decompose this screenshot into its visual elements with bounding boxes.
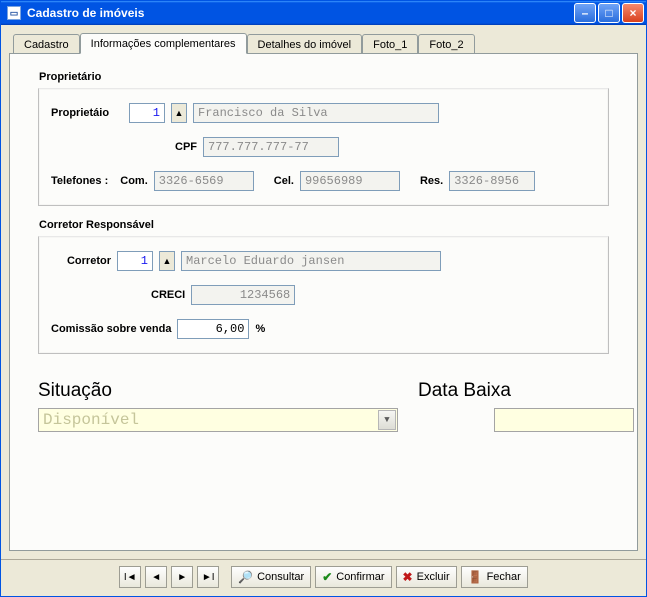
corretor-id-input[interactable] bbox=[117, 251, 153, 271]
check-icon: ✔ bbox=[322, 570, 332, 584]
tabpanel-info-complementares: Proprietário Proprietáio ▲ CPF Telefones… bbox=[9, 53, 638, 551]
corretor-lookup-button[interactable]: ▲ bbox=[159, 251, 175, 271]
cpf-input[interactable] bbox=[203, 137, 339, 157]
owner-lookup-button[interactable]: ▲ bbox=[171, 103, 187, 123]
bottom-fields: Disponível ▼ bbox=[38, 408, 609, 432]
com-input[interactable] bbox=[154, 171, 254, 191]
situacao-select[interactable]: Disponível ▼ bbox=[38, 408, 398, 432]
comissao-label: Comissão sobre venda bbox=[51, 323, 171, 335]
client-area: Cadastro Informações complementares Deta… bbox=[1, 25, 646, 559]
last-icon: ►I bbox=[202, 572, 215, 583]
pct-label: % bbox=[255, 323, 265, 335]
first-icon: I◄ bbox=[124, 572, 137, 583]
x-icon: ✖ bbox=[403, 570, 413, 584]
creci-label: CRECI bbox=[151, 289, 185, 301]
next-record-button[interactable]: ► bbox=[171, 566, 193, 588]
res-label: Res. bbox=[420, 175, 443, 187]
close-button[interactable]: × bbox=[622, 3, 644, 23]
nav-group: I◄ ◄ ► ►I bbox=[119, 566, 219, 588]
fechar-label: Fechar bbox=[487, 571, 521, 583]
consultar-label: Consultar bbox=[257, 571, 304, 583]
telefones-label: Telefones : bbox=[51, 175, 108, 187]
titlebar: ▭ Cadastro de imóveis – □ × bbox=[1, 1, 646, 25]
group-title-corretor: Corretor Responsável bbox=[39, 219, 154, 231]
binoculars-icon: 🔎 bbox=[238, 570, 253, 584]
prev-record-button[interactable]: ◄ bbox=[145, 566, 167, 588]
group-corretor: Corretor Responsável Corretor ▲ CRECI Co… bbox=[38, 236, 609, 354]
corretor-label: Corretor bbox=[51, 255, 111, 267]
consultar-button[interactable]: 🔎 Consultar bbox=[231, 566, 311, 588]
excluir-button[interactable]: ✖ Excluir bbox=[396, 566, 457, 588]
last-record-button[interactable]: ►I bbox=[197, 566, 219, 588]
tab-cadastro[interactable]: Cadastro bbox=[13, 34, 80, 55]
com-label: Com. bbox=[120, 175, 148, 187]
corretor-name-input[interactable] bbox=[181, 251, 441, 271]
excluir-label: Excluir bbox=[417, 571, 450, 583]
tab-foto-1[interactable]: Foto_1 bbox=[362, 34, 418, 55]
chevron-down-icon: ▼ bbox=[378, 410, 396, 430]
first-record-button[interactable]: I◄ bbox=[119, 566, 141, 588]
door-icon: 🚪 bbox=[468, 570, 483, 584]
creci-input[interactable] bbox=[191, 285, 295, 305]
tab-foto-2[interactable]: Foto_2 bbox=[418, 34, 474, 55]
prev-icon: ◄ bbox=[151, 572, 161, 583]
cel-label: Cel. bbox=[274, 175, 294, 187]
bottom-labels: Situação Data Baixa bbox=[38, 380, 609, 402]
tab-info-complementares[interactable]: Informações complementares bbox=[80, 33, 247, 54]
arrow-up-icon: ▲ bbox=[163, 256, 172, 266]
comissao-input[interactable] bbox=[177, 319, 249, 339]
owner-label: Proprietáio bbox=[51, 107, 123, 119]
app-icon: ▭ bbox=[7, 6, 21, 20]
next-icon: ► bbox=[177, 572, 187, 583]
window-title: Cadastro de imóveis bbox=[27, 6, 568, 20]
cpf-label: CPF bbox=[175, 141, 197, 153]
tab-detalhes[interactable]: Detalhes do imóvel bbox=[247, 34, 363, 55]
situacao-value: Disponível bbox=[43, 411, 139, 429]
app-window: ▭ Cadastro de imóveis – □ × Cadastro Inf… bbox=[0, 0, 647, 597]
window-buttons: – □ × bbox=[574, 3, 644, 23]
maximize-button[interactable]: □ bbox=[598, 3, 620, 23]
toolbar: I◄ ◄ ► ►I 🔎 Consultar ✔ Confirmar ✖ Excl… bbox=[1, 559, 646, 596]
tabstrip: Cadastro Informações complementares Deta… bbox=[9, 33, 638, 54]
situacao-label: Situação bbox=[38, 380, 418, 402]
confirmar-label: Confirmar bbox=[336, 571, 384, 583]
data-baixa-label: Data Baixa bbox=[418, 380, 511, 402]
fechar-button[interactable]: 🚪 Fechar bbox=[461, 566, 528, 588]
owner-name-input[interactable] bbox=[193, 103, 439, 123]
arrow-up-icon: ▲ bbox=[175, 108, 184, 118]
res-input[interactable] bbox=[449, 171, 535, 191]
minimize-button[interactable]: – bbox=[574, 3, 596, 23]
group-title-proprietario: Proprietário bbox=[39, 71, 101, 83]
owner-id-input[interactable] bbox=[129, 103, 165, 123]
data-baixa-input[interactable] bbox=[494, 408, 634, 432]
confirmar-button[interactable]: ✔ Confirmar bbox=[315, 566, 391, 588]
cel-input[interactable] bbox=[300, 171, 400, 191]
group-proprietario: Proprietário Proprietáio ▲ CPF Telefones… bbox=[38, 88, 609, 206]
